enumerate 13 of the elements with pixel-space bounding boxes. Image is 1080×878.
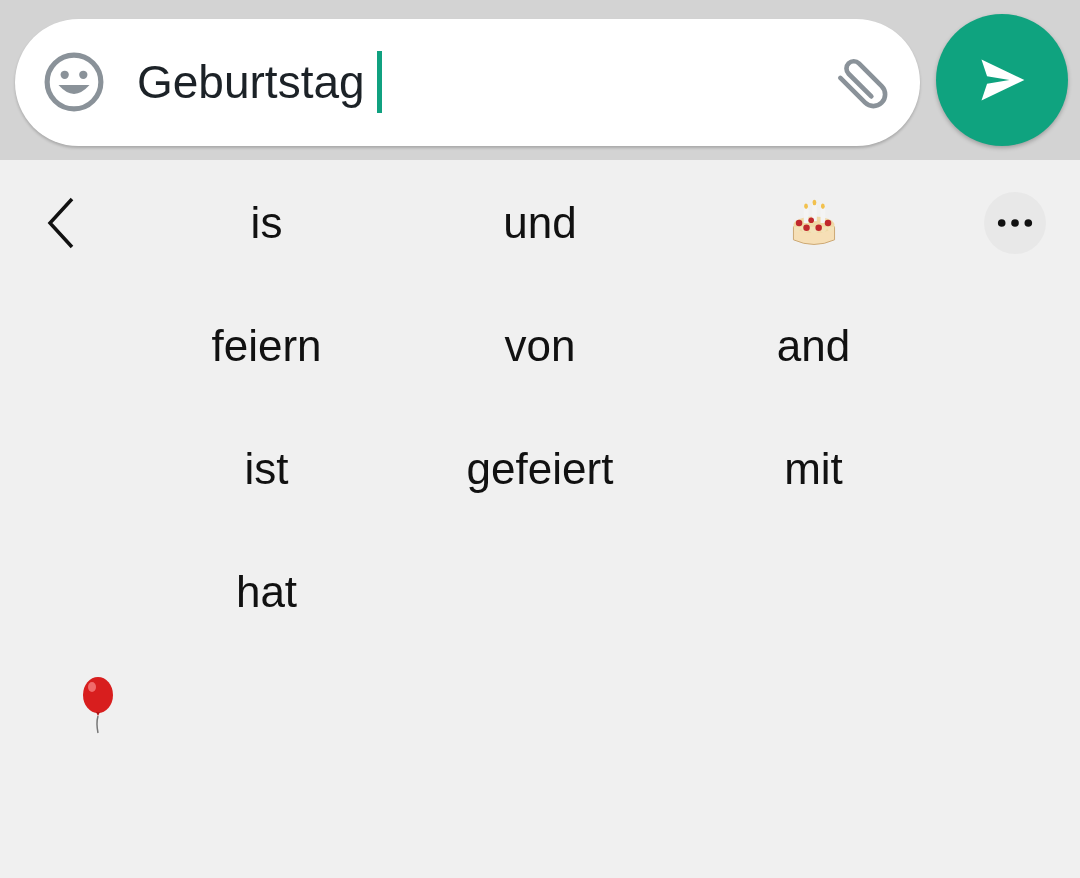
- emoji-icon[interactable]: [43, 51, 105, 113]
- suggestion-word[interactable]: feiern: [201, 310, 332, 381]
- suggestion-word[interactable]: and: [766, 310, 861, 381]
- message-field[interactable]: Geburtstag: [15, 18, 920, 146]
- suggestion-word[interactable]: mit: [774, 433, 853, 504]
- suggestion-word[interactable]: is: [240, 187, 293, 258]
- suggestion-word[interactable]: von: [494, 310, 586, 381]
- suggestion-word[interactable]: ist: [234, 433, 299, 504]
- more-icon: [996, 217, 1034, 228]
- suggestion-word[interactable]: und: [493, 187, 587, 258]
- text-cursor: [376, 51, 382, 113]
- suggestion-word[interactable]: hat: [225, 556, 308, 627]
- suggestion-word[interactable]: gefeiert: [456, 433, 624, 504]
